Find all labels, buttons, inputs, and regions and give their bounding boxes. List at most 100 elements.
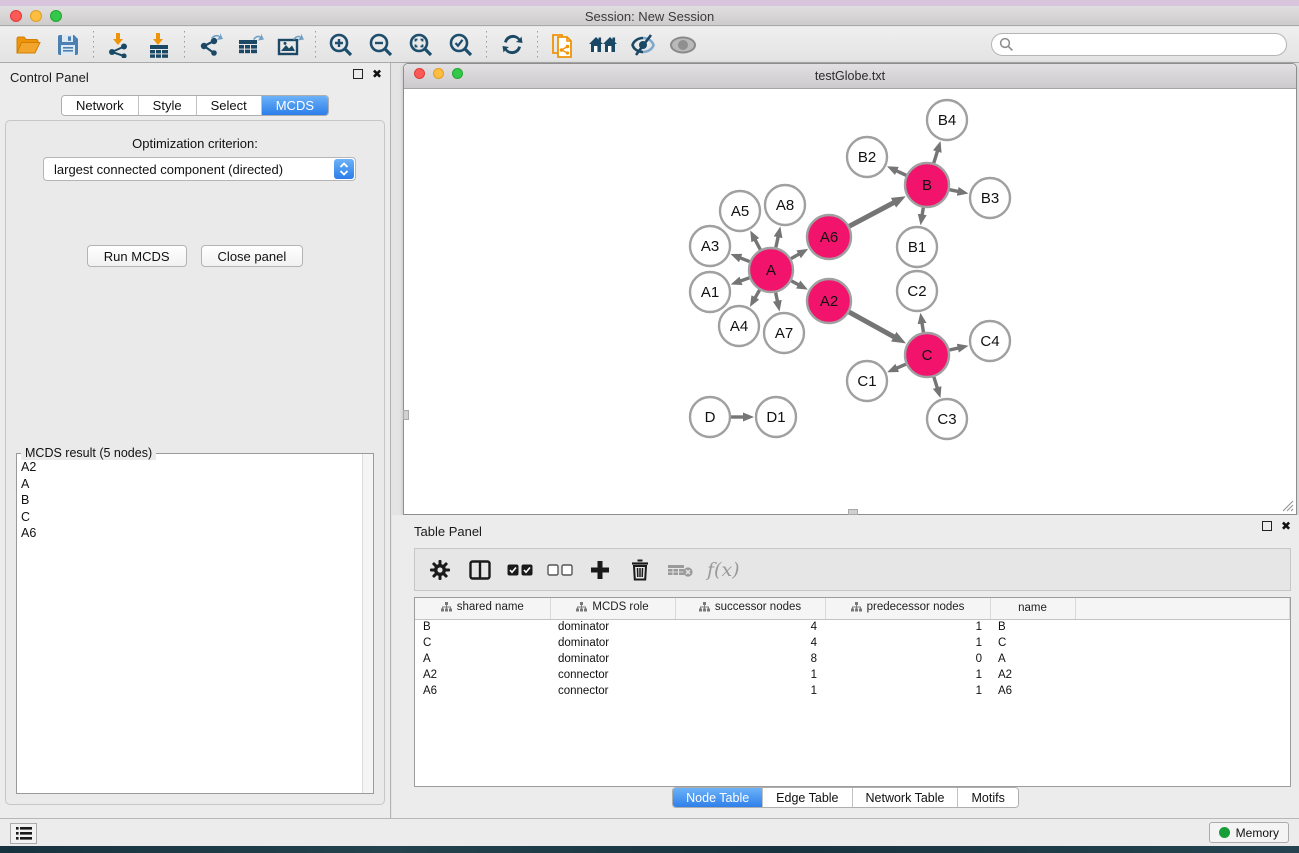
table-row[interactable]: Cdominator41C [415, 635, 1290, 651]
tab-motifs[interactable]: Motifs [958, 788, 1017, 808]
status-bar: Memory [0, 818, 1299, 846]
graph-edge-C-C2[interactable] [922, 323, 924, 333]
graph-node-label-C4: C4 [980, 333, 999, 350]
graph-node-label-A3: A3 [701, 238, 719, 255]
mcds-result-item[interactable]: C [17, 509, 361, 526]
import-table-icon[interactable] [139, 30, 179, 60]
criterion-dropdown[interactable]: largest connected component (directed) [43, 157, 356, 181]
column-header-mcds-role[interactable]: MCDS role [550, 598, 675, 619]
resize-grip-icon[interactable] [1280, 498, 1294, 512]
mcds-result-item[interactable]: A6 [17, 525, 361, 542]
table-settings-gear-icon[interactable] [427, 556, 453, 584]
graph-edge-A-A5[interactable] [755, 239, 760, 249]
tab-network-table[interactable]: Network Table [853, 788, 959, 808]
table-row[interactable]: Adominator80A [415, 651, 1290, 667]
duplicate-network-icon[interactable] [543, 30, 583, 60]
add-column-icon[interactable] [587, 556, 613, 584]
graph-node-label-D1: D1 [766, 409, 785, 426]
close-table-panel-icon[interactable]: ✖ [1281, 521, 1291, 531]
tab-style[interactable]: Style [139, 96, 197, 115]
export-table-icon[interactable] [230, 30, 270, 60]
table-cell: 1 [675, 683, 825, 699]
memory-button[interactable]: Memory [1209, 822, 1289, 843]
graph-edge-A2-C[interactable] [849, 312, 894, 337]
criterion-selected-value: largest connected component (directed) [54, 162, 283, 177]
zoom-out-icon[interactable] [361, 30, 401, 60]
graph-edge-A-A3[interactable] [740, 258, 750, 262]
import-network-icon[interactable] [99, 30, 139, 60]
control-panel-header: Control Panel ✖ [0, 63, 390, 89]
network-window-titlebar[interactable]: testGlobe.txt [404, 64, 1296, 89]
close-panel-button[interactable]: Close panel [201, 245, 304, 267]
network-canvas[interactable]: B4B2BB3A5A8A6A3B1AA1C2A2A4A7C4CC1C3DD1 [404, 89, 1296, 514]
table-cell: dominator [550, 651, 675, 667]
hide-details-icon[interactable] [623, 30, 663, 60]
show-details-icon[interactable] [663, 30, 703, 60]
refresh-icon[interactable] [492, 30, 532, 60]
column-header-successor-nodes[interactable]: successor nodes [675, 598, 825, 619]
graph-edge-C-C4[interactable] [949, 348, 958, 350]
memory-label: Memory [1236, 826, 1279, 840]
save-session-icon[interactable] [48, 30, 88, 60]
column-header-shared-name[interactable]: shared name [415, 598, 550, 619]
network-graph[interactable]: B4B2BB3A5A8A6A3B1AA1C2A2A4A7C4CC1C3DD1 [404, 89, 1294, 513]
column-header-name[interactable]: name [990, 598, 1075, 619]
graph-edge-A-A6[interactable] [791, 254, 799, 259]
mcds-result-item[interactable]: A2 [17, 459, 361, 476]
export-network-icon[interactable] [190, 30, 230, 60]
graph-node-label-C1: C1 [857, 373, 876, 390]
table-cell: 4 [675, 635, 825, 651]
table-cell: 1 [825, 635, 990, 651]
column-header-predecessor-nodes[interactable]: predecessor nodes [825, 598, 990, 619]
graph-edge-C-C1[interactable] [896, 364, 906, 368]
graph-node-label-A4: A4 [730, 318, 748, 335]
graph-edge-A6-B[interactable] [849, 202, 894, 226]
left-edge-grip[interactable] [403, 410, 409, 420]
tab-select[interactable]: Select [197, 96, 262, 115]
task-history-button[interactable] [10, 823, 37, 844]
table-row[interactable]: A2connector11A2 [415, 667, 1290, 683]
graph-edge-B-B4[interactable] [934, 151, 938, 163]
tab-network[interactable]: Network [62, 96, 139, 115]
float-table-panel-icon[interactable] [1262, 521, 1272, 531]
split-columns-icon[interactable] [467, 556, 493, 584]
run-mcds-button[interactable]: Run MCDS [87, 245, 187, 267]
export-image-icon[interactable] [270, 30, 310, 60]
graph-edge-B-B2[interactable] [896, 171, 906, 176]
graph-edge-C-C3[interactable] [934, 377, 938, 389]
graph-edge-A-A1[interactable] [740, 278, 749, 281]
graph-edge-A-A8[interactable] [776, 236, 778, 247]
zoom-selected-icon[interactable] [441, 30, 481, 60]
graph-edge-B-B1[interactable] [922, 208, 923, 216]
table-cell-filler [1075, 651, 1290, 667]
zoom-in-icon[interactable] [321, 30, 361, 60]
search-input[interactable] [991, 33, 1287, 56]
deselect-all-checkboxes-icon[interactable] [547, 556, 573, 584]
delete-table-icon [667, 556, 693, 584]
delete-column-trash-icon[interactable] [627, 556, 653, 584]
tab-mcds[interactable]: MCDS [262, 96, 328, 115]
mcds-result-item[interactable]: B [17, 492, 361, 509]
mcds-result-item[interactable]: A [17, 476, 361, 493]
dropdown-stepper-icon [334, 159, 354, 179]
graph-edge-A-A2[interactable] [791, 281, 799, 285]
home-icon[interactable] [583, 30, 623, 60]
graph-edge-A-A7[interactable] [776, 293, 778, 302]
zoom-fit-icon[interactable] [401, 30, 441, 60]
graph-edge-A-A4[interactable] [755, 290, 760, 298]
network-view-window: testGlobe.txt B4B2BB3A5A8A6A3B1AA1C2A2A4… [403, 63, 1297, 515]
close-panel-icon[interactable]: ✖ [372, 69, 382, 79]
graph-node-label-C2: C2 [907, 283, 926, 300]
tab-edge-table[interactable]: Edge Table [763, 788, 852, 808]
open-file-icon[interactable] [8, 30, 48, 60]
table-row[interactable]: A6connector11A6 [415, 683, 1290, 699]
float-panel-icon[interactable] [353, 69, 363, 79]
tab-node-table[interactable]: Node Table [673, 788, 763, 808]
mcds-list-scrollbar[interactable] [362, 454, 373, 793]
select-all-checkboxes-icon[interactable] [507, 556, 533, 584]
graph-node-label-B1: B1 [908, 239, 926, 256]
table-row[interactable]: Bdominator41B [415, 619, 1290, 635]
search-icon [999, 37, 1014, 52]
graph-edge-B-B3[interactable] [950, 190, 959, 192]
table-cell: A [415, 651, 550, 667]
